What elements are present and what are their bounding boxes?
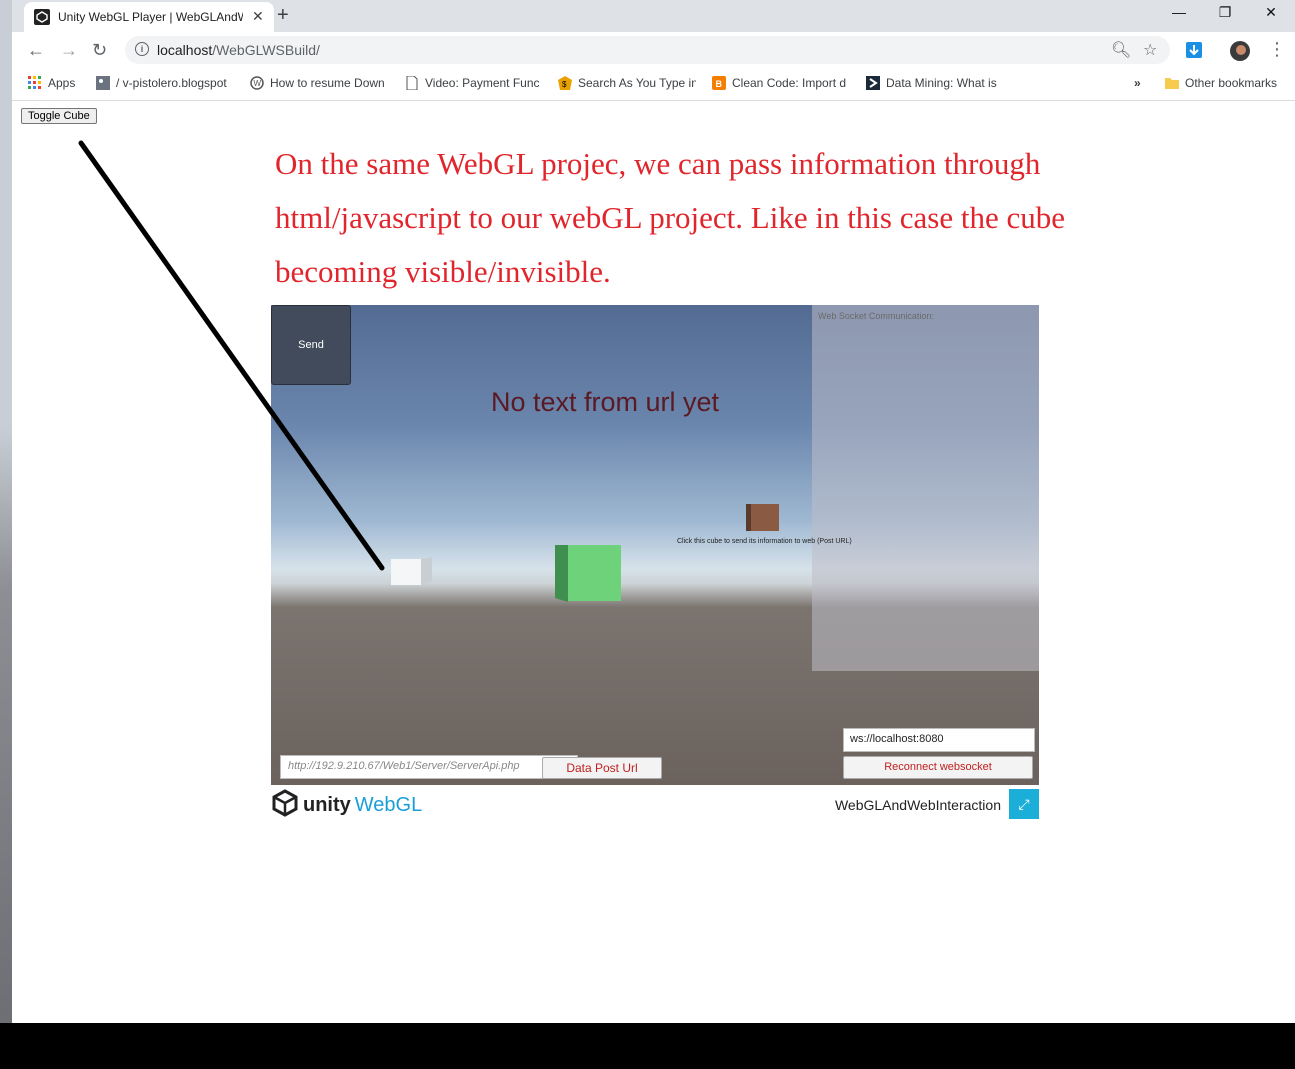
- bookmark-data-mining[interactable]: Data Mining: What is: [866, 76, 1002, 90]
- tab-unity-player[interactable]: Unity WebGL Player | WebGLAndWebInteract…: [24, 2, 274, 32]
- badge-icon: $: [558, 76, 572, 90]
- taskbar: [0, 1023, 1295, 1069]
- pluralsight-icon: [866, 76, 880, 90]
- other-bookmarks[interactable]: Other bookmarks: [1165, 76, 1277, 90]
- unity-logo-icon: [272, 789, 298, 817]
- profile-avatar-icon[interactable]: [1230, 41, 1250, 61]
- page-icon: [406, 76, 418, 90]
- forward-arrow-icon[interactable]: →: [60, 40, 78, 61]
- back-arrow-icon[interactable]: ←: [27, 40, 45, 61]
- cube-hint-text: Click this cube to send its information …: [677, 538, 852, 545]
- minimize-button[interactable]: —: [1164, 4, 1194, 20]
- websocket-address-input[interactable]: ws://localhost:8080: [843, 728, 1035, 752]
- restore-button[interactable]: ❐: [1210, 4, 1240, 21]
- bookmark-resume-download[interactable]: W How to resume Down: [250, 76, 388, 90]
- bookmarks-overflow-button[interactable]: »: [1134, 76, 1141, 90]
- unity-footer: unity WebGL WebGLAndWebInteraction ⤢: [271, 787, 1039, 821]
- download-extension-icon[interactable]: [1186, 42, 1202, 58]
- blogger-icon: B: [712, 76, 726, 90]
- reconnect-websocket-button[interactable]: Reconnect websocket: [843, 756, 1033, 779]
- green-cube[interactable]: [555, 545, 621, 602]
- fullscreen-icon[interactable]: ⤢: [1009, 789, 1039, 819]
- navigation-toolbar: ← → ↻ i localhost/WebGLWSBuild/ 🔍︎ ☆ ⋮: [12, 32, 1295, 68]
- folder-icon: [1165, 78, 1179, 89]
- menu-kebab-icon[interactable]: ⋮: [1268, 39, 1286, 60]
- reload-icon[interactable]: ↻: [92, 40, 107, 61]
- page-content: Toggle Cube On the same WebGL projec, we…: [12, 101, 1295, 1023]
- tab-title: Unity WebGL Player | WebGLAndWebInteract…: [58, 10, 243, 24]
- unity-favicon-icon: [34, 9, 50, 25]
- image-icon: [96, 76, 110, 90]
- tab-strip: Unity WebGL Player | WebGLAndWebInteract…: [12, 0, 1295, 32]
- svg-text:B: B: [716, 79, 723, 89]
- bookmark-blogspot[interactable]: / v-pistolero.blogspot: [96, 76, 232, 90]
- tab-close-icon[interactable]: ✕: [252, 8, 264, 25]
- bookmark-clean-code[interactable]: B Clean Code: Import d: [712, 76, 848, 90]
- svg-text:$: $: [562, 80, 567, 89]
- svg-text:W: W: [254, 79, 262, 88]
- address-bar[interactable]: i localhost/WebGLWSBuild/ 🔍︎ ☆: [125, 36, 1170, 64]
- wordpress-icon: W: [250, 76, 264, 90]
- data-post-url-button[interactable]: Data Post Url: [542, 757, 662, 779]
- post-url-input[interactable]: http://192.9.210.67/Web1/Server/ServerAp…: [280, 755, 578, 779]
- bookmark-search-as-you-type[interactable]: $ Search As You Type in: [558, 76, 696, 90]
- close-window-button[interactable]: ✕: [1256, 4, 1286, 21]
- unity-webgl-logo: unity WebGL: [271, 789, 422, 817]
- desktop-edge: [0, 0, 12, 1069]
- brown-cube[interactable]: [746, 504, 779, 531]
- bookmark-star-icon[interactable]: ☆: [1143, 40, 1157, 60]
- url-text: localhost/WebGLWSBuild/: [157, 42, 320, 58]
- new-tab-button[interactable]: +: [277, 4, 289, 27]
- project-title: WebGLAndWebInteraction: [834, 797, 1001, 813]
- annotation-arrow-line: [78, 140, 385, 571]
- bookmark-apps[interactable]: Apps: [28, 76, 75, 90]
- browser-chrome: Unity WebGL Player | WebGLAndWebInteract…: [12, 0, 1295, 101]
- zoom-search-icon[interactable]: 🔍︎: [1111, 40, 1131, 60]
- bookmarks-bar: Apps / v-pistolero.blogspot W How to resu…: [12, 68, 1295, 101]
- bookmark-payment-func[interactable]: Video: Payment Func: [405, 76, 541, 90]
- site-info-icon[interactable]: i: [135, 42, 149, 56]
- apps-grid-icon: [28, 76, 41, 89]
